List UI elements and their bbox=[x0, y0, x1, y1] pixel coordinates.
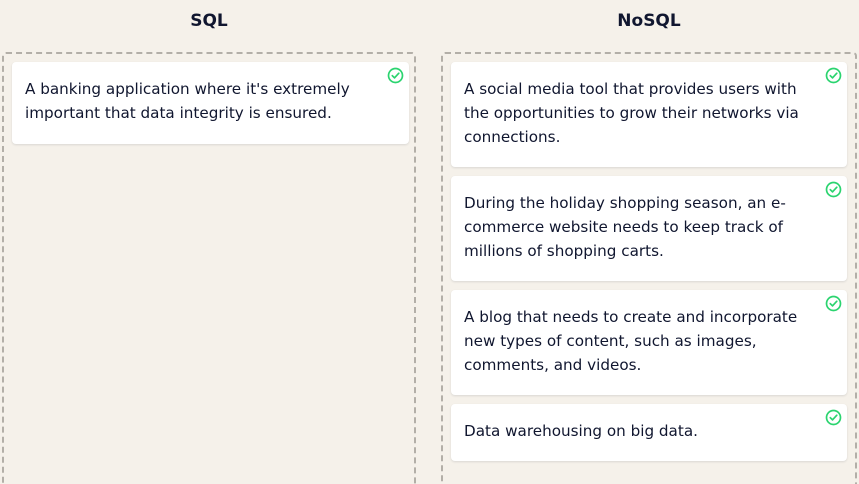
card-text: Data warehousing on big data. bbox=[464, 422, 698, 440]
column-title-nosql: NoSQL bbox=[617, 11, 681, 31]
column-title-sql: SQL bbox=[190, 11, 228, 31]
check-circle-icon bbox=[825, 409, 842, 426]
check-circle-icon bbox=[825, 67, 842, 84]
answer-card[interactable]: During the holiday shopping season, an e… bbox=[451, 176, 847, 281]
check-circle-icon bbox=[825, 295, 842, 312]
answer-card[interactable]: Data warehousing on big data. bbox=[451, 404, 847, 461]
card-text: A banking application where it's extreme… bbox=[25, 80, 350, 122]
card-text: During the holiday shopping season, an e… bbox=[464, 194, 786, 260]
check-circle-icon bbox=[387, 67, 404, 84]
drag-drop-board: SQL NoSQL A banking application where it… bbox=[0, 0, 859, 484]
answer-card[interactable]: A banking application where it's extreme… bbox=[12, 62, 409, 144]
drop-zone-sql[interactable]: A banking application where it's extreme… bbox=[2, 52, 416, 484]
card-text: A social media tool that provides users … bbox=[464, 80, 799, 146]
answer-card[interactable]: A blog that needs to create and incorpor… bbox=[451, 290, 847, 395]
check-circle-icon bbox=[825, 181, 842, 198]
drop-zone-nosql[interactable]: A social media tool that provides users … bbox=[441, 52, 857, 484]
card-text: A blog that needs to create and incorpor… bbox=[464, 308, 798, 374]
answer-card[interactable]: A social media tool that provides users … bbox=[451, 62, 847, 167]
